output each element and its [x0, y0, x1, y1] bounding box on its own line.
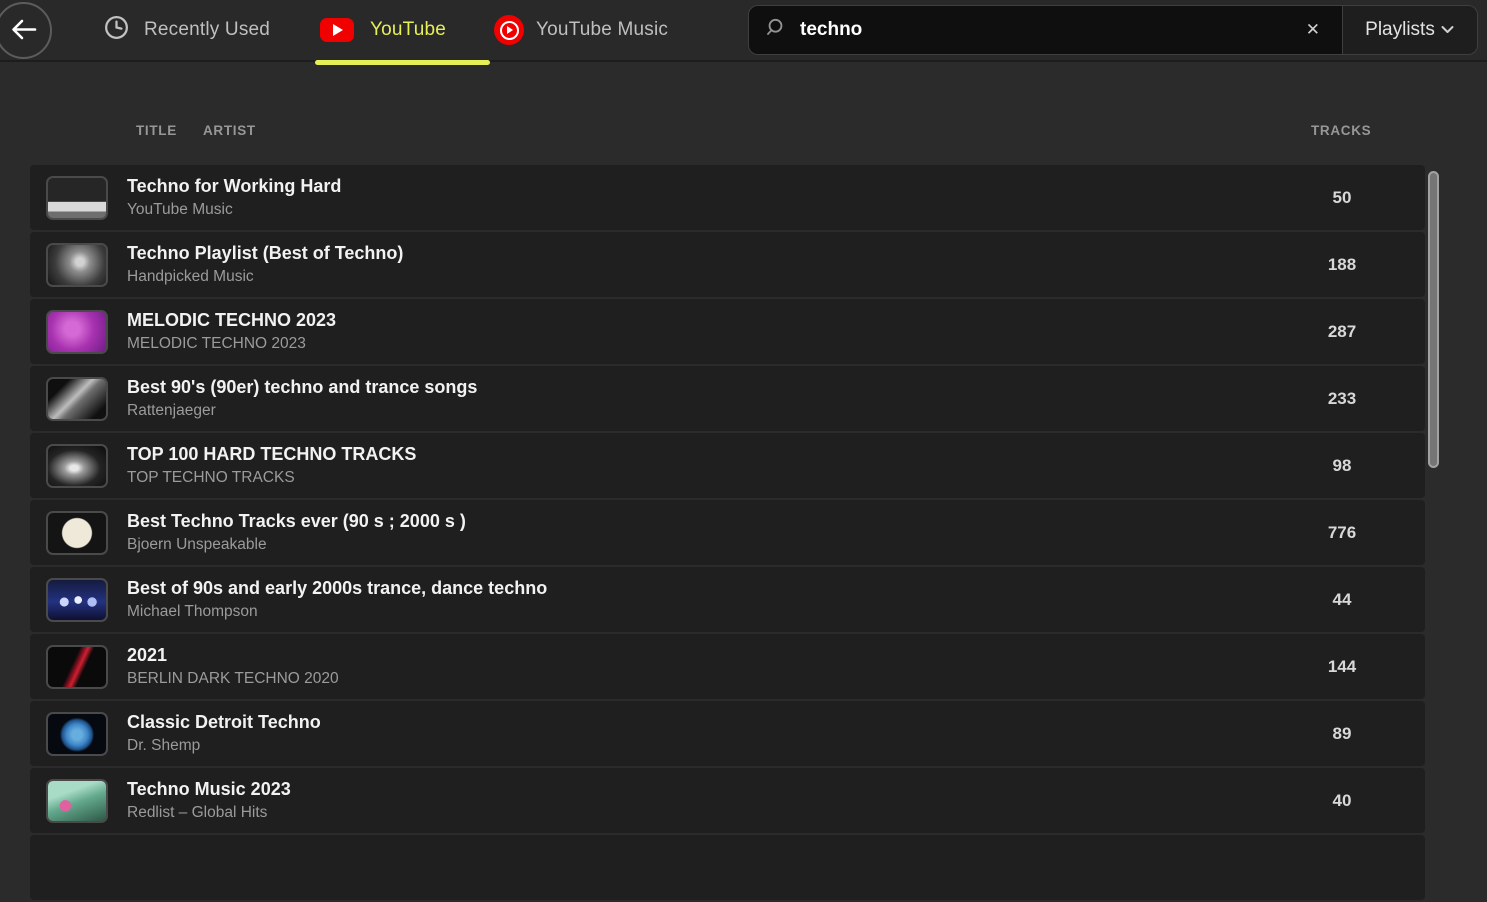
youtube-music-icon	[494, 15, 524, 45]
chevron-down-icon	[1440, 19, 1455, 41]
clock-icon	[103, 14, 130, 46]
playlist-artist: YouTube Music	[127, 201, 341, 219]
table-row[interactable]: Best of 90s and early 2000s trance, danc…	[30, 567, 1425, 632]
back-arrow-icon	[10, 18, 37, 44]
playlist-artist: Bjoern Unspeakable	[127, 536, 466, 554]
track-count: 188	[1302, 255, 1382, 275]
tab-recently-used[interactable]: Recently Used	[103, 14, 270, 46]
playlist-title: Best of 90s and early 2000s trance, danc…	[127, 578, 547, 599]
search-compound: ✕ Playlists	[748, 5, 1478, 55]
table-row[interactable]: Best Techno Tracks ever (90 s ; 2000 s )…	[30, 500, 1425, 565]
active-tab-underline	[315, 60, 490, 65]
playlist-title: Techno Playlist (Best of Techno)	[127, 243, 403, 264]
playlist-title: Best Techno Tracks ever (90 s ; 2000 s )	[127, 511, 466, 532]
source-tabs: Recently Used YouTube YouTube Music	[103, 0, 668, 60]
playlist-thumbnail	[46, 578, 108, 622]
playlist-artist: Rattenjaeger	[127, 402, 477, 420]
tab-youtube-music[interactable]: YouTube Music	[494, 15, 668, 45]
clear-search-icon[interactable]: ✕	[1298, 18, 1328, 42]
table-row[interactable]: Best 90's (90er) techno and trance songs…	[30, 366, 1425, 431]
track-count: 144	[1302, 657, 1382, 677]
playlist-thumbnail	[46, 645, 108, 689]
track-count: 233	[1302, 389, 1382, 409]
playlist-thumbnail	[46, 310, 108, 354]
tab-label: YouTube	[370, 19, 446, 41]
playlist-thumbnail	[46, 444, 108, 488]
track-count: 44	[1302, 590, 1382, 610]
playlist-artist: BERLIN DARK TECHNO 2020	[127, 670, 339, 688]
column-header-title: TITLE	[136, 123, 177, 138]
search-icon	[765, 17, 786, 43]
table-row-partial[interactable]	[30, 835, 1425, 900]
playlist-artist: TOP TECHNO TRACKS	[127, 469, 416, 487]
playlist-title: TOP 100 HARD TECHNO TRACKS	[127, 444, 416, 465]
table-row[interactable]: Classic Detroit Techno Dr. Shemp 89	[30, 701, 1425, 766]
playlist-title: MELODIC TECHNO 2023	[127, 310, 336, 331]
playlist-title: Techno for Working Hard	[127, 176, 341, 197]
scrollbar-thumb[interactable]	[1428, 171, 1439, 468]
column-header-tracks: TRACKS	[1311, 123, 1371, 138]
playlist-title: Techno Music 2023	[127, 779, 291, 800]
playlist-thumbnail	[46, 243, 108, 287]
playlist-thumbnail	[46, 712, 108, 756]
playlist-title: Classic Detroit Techno	[127, 712, 321, 733]
top-bar: Recently Used YouTube YouTube Music ✕ Pl…	[0, 0, 1487, 62]
playlist-artist: Dr. Shemp	[127, 737, 321, 755]
track-count: 287	[1302, 322, 1382, 342]
track-count: 40	[1302, 791, 1382, 811]
playlist-artist: MELODIC TECHNO 2023	[127, 335, 336, 353]
track-count: 98	[1302, 456, 1382, 476]
playlist-thumbnail	[46, 779, 108, 823]
tab-label: YouTube Music	[536, 19, 668, 41]
playlist-title: 2021	[127, 645, 339, 666]
table-row[interactable]: 2021 BERLIN DARK TECHNO 2020 144	[30, 634, 1425, 699]
table-row[interactable]: TOP 100 HARD TECHNO TRACKS TOP TECHNO TR…	[30, 433, 1425, 498]
playlist-artist: Michael Thompson	[127, 603, 547, 621]
playlists-dropdown[interactable]: Playlists	[1342, 6, 1477, 54]
track-count: 776	[1302, 523, 1382, 543]
back-button[interactable]	[0, 2, 52, 59]
playlist-title: Best 90's (90er) techno and trance songs	[127, 377, 477, 398]
track-count: 50	[1302, 188, 1382, 208]
tab-label: Recently Used	[144, 19, 270, 41]
playlists-label: Playlists	[1365, 19, 1435, 41]
playlist-artist: Handpicked Music	[127, 268, 403, 286]
column-header-artist: ARTIST	[203, 123, 256, 138]
tab-youtube[interactable]: YouTube	[320, 18, 446, 42]
playlist-thumbnail	[46, 176, 108, 220]
playlist-list: Techno for Working Hard YouTube Music 50…	[30, 165, 1425, 902]
table-row[interactable]: Techno Music 2023 Redlist – Global Hits …	[30, 768, 1425, 833]
playlist-thumbnail	[46, 377, 108, 421]
table-row[interactable]: MELODIC TECHNO 2023 MELODIC TECHNO 2023 …	[30, 299, 1425, 364]
track-count: 89	[1302, 724, 1382, 744]
table-row[interactable]: Techno for Working Hard YouTube Music 50	[30, 165, 1425, 230]
playlist-thumbnail	[46, 511, 108, 555]
search-input[interactable]	[798, 18, 1298, 42]
youtube-icon	[320, 18, 354, 42]
playlist-artist: Redlist – Global Hits	[127, 804, 291, 822]
table-row[interactable]: Techno Playlist (Best of Techno) Handpic…	[30, 232, 1425, 297]
search-box[interactable]: ✕	[749, 6, 1342, 54]
